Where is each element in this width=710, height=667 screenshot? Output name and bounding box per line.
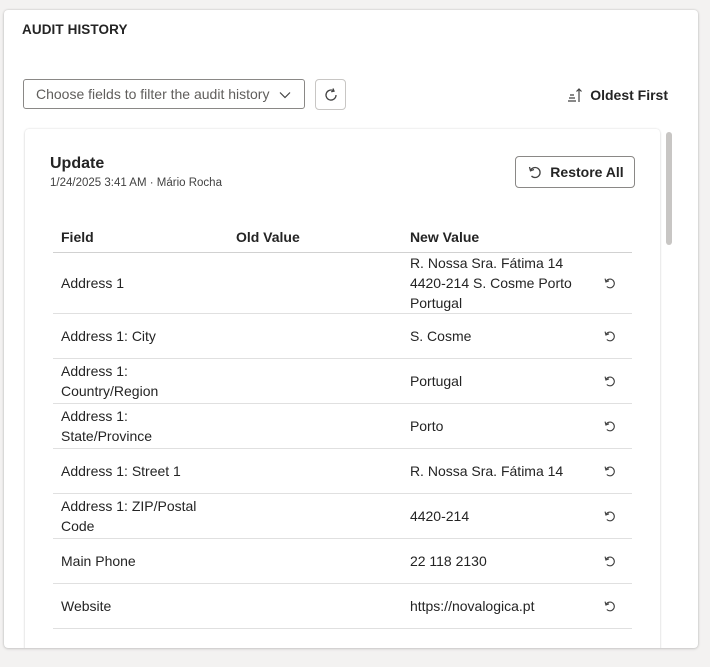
restore-field-button[interactable] [586, 358, 632, 404]
cell-field: Main Phone [53, 538, 228, 584]
refresh-button[interactable] [315, 79, 346, 110]
undo-icon [604, 601, 616, 612]
cell-new-value: 4420-214 [401, 493, 587, 539]
table-row: Address 1: State/Province Porto [53, 403, 632, 449]
restore-field-button[interactable] [586, 313, 632, 359]
field-filter-dropdown[interactable]: Choose fields to filter the audit histor… [23, 79, 305, 109]
undo-icon [529, 166, 541, 179]
undo-icon [604, 278, 616, 289]
cell-field: Address 1: Country/Region [53, 358, 228, 404]
table-row: Address 1: ZIP/Postal Code 4420-214 [53, 493, 632, 539]
cell-new-value: Porto [401, 403, 587, 449]
undo-icon [604, 376, 616, 387]
cell-field: Website [53, 583, 228, 629]
entry-meta: 1/24/2025 3:41 AM · Mário Rocha [50, 177, 222, 189]
table-row: Address 1: City S. Cosme [53, 313, 632, 359]
restore-field-button[interactable] [586, 538, 632, 584]
table-body: Address 1 R. Nossa Sra. Fátima 14 4420-21… [53, 252, 632, 629]
chevron-down-icon [279, 92, 291, 99]
undo-icon [604, 511, 616, 522]
restore-field-button[interactable] [586, 252, 632, 314]
restore-all-label: Restore All [550, 164, 624, 180]
cell-old-value [227, 358, 402, 404]
cell-new-value: Portugal [401, 358, 587, 404]
restore-field-button[interactable] [586, 583, 632, 629]
restore-all-button[interactable]: Restore All [515, 156, 635, 188]
scrollbar[interactable] [666, 132, 672, 632]
refresh-icon [324, 87, 337, 101]
table-row: Address 1 R. Nossa Sra. Fátima 14 4420-21… [53, 252, 632, 314]
cell-old-value [227, 252, 402, 314]
restore-field-button[interactable] [586, 448, 632, 494]
cell-new-value: R. Nossa Sra. Fátima 14 4420-214 S. Cosm… [401, 252, 587, 314]
audit-entry-card: Update 1/24/2025 3:41 AM · Mário Rocha R… [25, 129, 660, 648]
header-new-value: New Value [401, 222, 587, 253]
restore-field-button[interactable] [586, 493, 632, 539]
undo-icon [604, 466, 616, 477]
scrollbar-thumb[interactable] [666, 132, 672, 245]
undo-icon [604, 421, 616, 432]
cell-old-value [227, 313, 402, 359]
cell-field: Address 1: Street 1 [53, 448, 228, 494]
cell-old-value [227, 538, 402, 584]
cell-field: Address 1: ZIP/Postal Code [53, 493, 228, 539]
table-row: Website https://novalogica.pt [53, 583, 632, 629]
cell-field: Address 1: City [53, 313, 228, 359]
sort-ascending-icon [568, 88, 583, 102]
cell-new-value: R. Nossa Sra. Fátima 14 [401, 448, 587, 494]
undo-icon [604, 556, 616, 567]
cell-new-value: https://novalogica.pt [401, 583, 587, 629]
restore-field-button[interactable] [586, 403, 632, 449]
entry-title: Update [50, 155, 105, 172]
undo-icon [604, 331, 616, 342]
header-actions [586, 222, 632, 253]
cell-old-value [227, 583, 402, 629]
cell-new-value: S. Cosme [401, 313, 587, 359]
panel-title: AUDIT HISTORY [22, 22, 128, 37]
sort-order-button[interactable]: Oldest First [566, 86, 668, 104]
table-row: Address 1: Street 1 R. Nossa Sra. Fátima … [53, 448, 632, 494]
table-header-row: Field Old Value New Value [53, 222, 632, 253]
audit-table: Field Old Value New Value Address 1 R. No… [53, 222, 632, 629]
table-row: Address 1: Country/Region Portugal [53, 358, 632, 404]
audit-history-panel: AUDIT HISTORY Choose fields to filter th… [4, 10, 698, 648]
sort-label: Oldest First [590, 87, 668, 103]
cell-old-value [227, 403, 402, 449]
cell-old-value [227, 493, 402, 539]
header-old-value: Old Value [227, 222, 402, 253]
cell-field: Address 1 [53, 252, 228, 314]
cell-field: Address 1: State/Province [53, 403, 228, 449]
cell-old-value [227, 448, 402, 494]
cell-new-value: 22 118 2130 [401, 538, 587, 584]
header-field: Field [53, 222, 228, 253]
table-row: Main Phone 22 118 2130 [53, 538, 632, 584]
filter-placeholder: Choose fields to filter the audit histor… [36, 86, 270, 102]
